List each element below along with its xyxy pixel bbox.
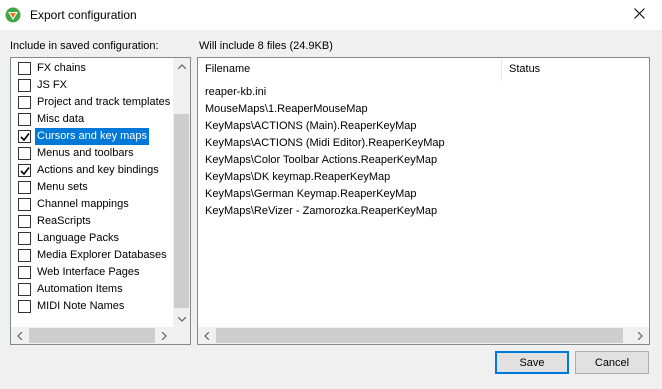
include-heading: Include in saved configuration: <box>10 40 159 52</box>
checklist-item[interactable]: Automation Items <box>11 281 173 298</box>
checklist-items: FX chains JS FX Project and track template… <box>11 58 173 328</box>
checklist-item[interactable]: ReaScripts <box>11 213 173 230</box>
file-row[interactable]: KeyMaps\German Keymap.ReaperKeyMap <box>205 186 417 203</box>
checkbox[interactable] <box>18 96 31 109</box>
scrollbar-corner <box>173 327 190 344</box>
checklist-item[interactable]: Cursors and key maps <box>11 128 173 145</box>
checkbox[interactable] <box>18 181 31 194</box>
checklist-item-label: ReaScripts <box>37 215 91 227</box>
checklist-item[interactable]: FX chains <box>11 60 173 77</box>
scroll-down-arrow-icon[interactable] <box>173 311 190 328</box>
file-row[interactable]: KeyMaps\Color Toolbar Actions.ReaperKeyM… <box>205 152 437 169</box>
checkbox[interactable] <box>18 232 31 245</box>
filelist-hscroll-thumb[interactable] <box>216 328 623 343</box>
checkbox[interactable] <box>18 215 31 228</box>
scroll-left-arrow-icon[interactable] <box>198 327 215 344</box>
checklist-item[interactable]: Language Packs <box>11 230 173 247</box>
scroll-right-arrow-icon[interactable] <box>632 327 649 344</box>
checklist-item[interactable]: Media Explorer Databases <box>11 247 173 264</box>
checklist-item-label: Language Packs <box>37 232 119 244</box>
checkbox[interactable] <box>18 300 31 313</box>
file-row[interactable]: KeyMaps\DK keymap.ReaperKeyMap <box>205 169 390 186</box>
file-row[interactable]: reaper-kb.ini <box>205 84 266 101</box>
checkbox[interactable] <box>18 164 31 177</box>
file-row[interactable]: KeyMaps\ReVizer - Zamorozka.ReaperKeyMap <box>205 203 437 220</box>
window-title: Export configuration <box>30 8 137 22</box>
checkbox[interactable] <box>18 198 31 211</box>
checklist-item[interactable]: Project and track templates <box>11 94 173 111</box>
checklist-item[interactable]: Misc data <box>11 111 173 128</box>
close-icon <box>633 8 645 22</box>
title-bar: Export configuration <box>0 0 662 30</box>
checklist-item-label: Cursors and key maps <box>35 128 150 145</box>
checkbox[interactable] <box>18 147 31 160</box>
checklist-item[interactable]: Actions and key bindings <box>11 162 173 179</box>
checklist-horizontal-scrollbar[interactable] <box>11 327 173 344</box>
file-row[interactable]: KeyMaps\ACTIONS (Main).ReaperKeyMap <box>205 118 417 135</box>
column-header-filename[interactable]: Filename <box>198 58 501 81</box>
checkbox[interactable] <box>18 249 31 262</box>
files-summary: Will include 8 files (24.9KB) <box>199 40 333 52</box>
checkbox-check-icon <box>20 167 30 176</box>
checklist-item-label: Menu sets <box>37 181 88 193</box>
scroll-left-arrow-icon[interactable] <box>11 327 28 344</box>
file-row[interactable]: KeyMaps\ACTIONS (Midi Editor).ReaperKeyM… <box>205 135 445 152</box>
file-row[interactable]: MouseMaps\1.ReaperMouseMap <box>205 101 368 118</box>
config-checklist[interactable]: FX chains JS FX Project and track template… <box>10 57 191 345</box>
checklist-item-label: Menus and toolbars <box>37 147 134 159</box>
checkbox[interactable] <box>18 113 31 126</box>
checklist-item[interactable]: MIDI Note Names <box>11 298 173 315</box>
scroll-up-arrow-icon[interactable] <box>173 58 190 75</box>
checkbox[interactable] <box>18 130 31 143</box>
scroll-right-arrow-icon[interactable] <box>156 327 173 344</box>
checklist-item-label: Media Explorer Databases <box>37 249 167 261</box>
checklist-item[interactable]: JS FX <box>11 77 173 94</box>
checklist-item-label: MIDI Note Names <box>37 300 125 312</box>
column-header-status[interactable]: Status <box>502 58 649 81</box>
checklist-vertical-scrollbar[interactable] <box>173 58 190 328</box>
checklist-item-label: Misc data <box>37 113 85 125</box>
file-list[interactable]: Filename Status reaper-kb.ini MouseMaps\1… <box>197 57 650 345</box>
checkbox[interactable] <box>18 283 31 296</box>
checklist-scroll-thumb[interactable] <box>174 114 189 308</box>
cancel-button[interactable]: Cancel <box>575 351 649 374</box>
checklist-item-label: JS FX <box>37 79 67 91</box>
reaper-app-icon <box>5 7 21 23</box>
checkbox-check-icon <box>20 133 30 142</box>
checklist-item[interactable]: Web Interface Pages <box>11 264 173 281</box>
checklist-item[interactable]: Menus and toolbars <box>11 145 173 162</box>
checklist-item-label: Web Interface Pages <box>37 266 140 278</box>
checklist-item-label: Channel mappings <box>37 198 129 210</box>
checkbox[interactable] <box>18 79 31 92</box>
close-button[interactable] <box>616 0 662 30</box>
checklist-item-label: Project and track templates <box>37 96 171 108</box>
checklist-item[interactable]: Menu sets <box>11 179 173 196</box>
checklist-hscroll-thumb[interactable] <box>29 328 155 343</box>
checklist-item[interactable]: Channel mappings <box>11 196 173 213</box>
checklist-item-label: Actions and key bindings <box>37 164 159 176</box>
checkbox[interactable] <box>18 266 31 279</box>
checklist-item-label: FX chains <box>37 62 86 74</box>
checklist-item-label: Automation Items <box>37 283 123 295</box>
filelist-horizontal-scrollbar[interactable] <box>198 327 649 344</box>
checkbox[interactable] <box>18 62 31 75</box>
save-button[interactable]: Save <box>495 351 569 374</box>
